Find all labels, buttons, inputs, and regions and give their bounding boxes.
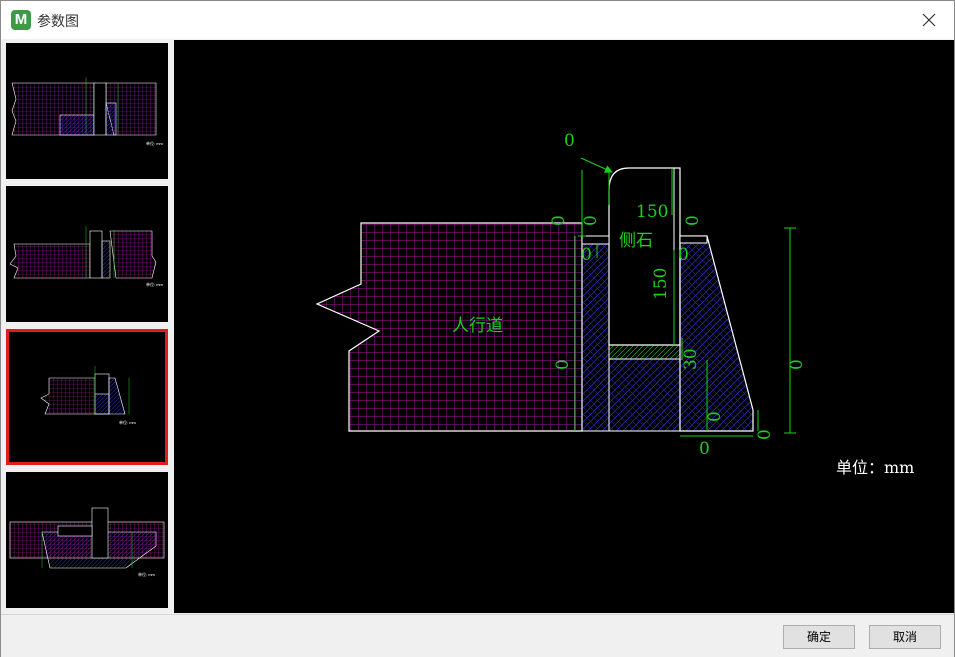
button-bar: 确定 取消 — [1, 614, 954, 657]
dialog-window: M 参数图 单位: mm 单位: mm 单位: mm 单位: mm 0 0 0 … — [0, 0, 955, 657]
dim-curb-top-offset: 0 — [581, 215, 601, 226]
thumbnail-unit-text: 单位: mm — [119, 419, 137, 425]
title-bar: M 参数图 — [1, 1, 954, 39]
curb-label: 侧石 — [619, 231, 653, 251]
drawing-canvas: 0 0 0 150 0 0 侧石 150 0 人行道 0 30 0 0 0 0 … — [174, 40, 954, 613]
dim-left-mid: 0 — [553, 359, 573, 370]
bedding-layer — [608, 344, 681, 360]
thumbnail-drawing: 单位: mm — [40, 366, 137, 425]
thumbnail-unit-text: 单位: mm — [138, 571, 156, 577]
ok-button[interactable]: 确定 — [783, 625, 855, 649]
window-title: 参数图 — [37, 14, 79, 30]
thumbnail-drawing: 单位: mm — [9, 507, 165, 577]
cancel-button[interactable]: 取消 — [869, 625, 941, 649]
thumbnail-drawing: 单位: mm — [9, 226, 164, 287]
close-icon — [922, 13, 936, 27]
thumbnail-item-1[interactable]: 单位: mm — [6, 43, 168, 179]
dim-base-height: 0 — [705, 411, 725, 422]
dim-curb-height: 150 — [651, 268, 671, 300]
app-logo-icon: M — [11, 10, 31, 30]
dim-bottom-width: 0 — [699, 439, 710, 459]
dim-top-arrow: 0 — [564, 131, 575, 151]
dim-right-bottom: 0 — [755, 429, 775, 440]
sidewalk-block — [315, 222, 583, 432]
dim-right-overall: 0 — [787, 359, 807, 370]
dim-curb-width: 150 — [636, 202, 668, 222]
dim-curb-right-gap: 0 — [678, 245, 689, 265]
curb-stone — [608, 167, 681, 346]
thumbnail-item-3[interactable]: 单位: mm — [6, 329, 168, 465]
dim-curb-right-upper: 0 — [683, 215, 703, 226]
close-button[interactable] — [912, 5, 946, 35]
thumbnail-unit-text: 单位: mm — [146, 281, 164, 287]
thumbnail-unit-text: 单位: mm — [146, 140, 164, 146]
dim-curb-left-gap: 0 — [581, 245, 592, 265]
left-backfill — [581, 235, 610, 432]
thumbnail-item-4[interactable]: 单位: mm — [6, 472, 168, 608]
thumbnail-panel: 单位: mm 单位: mm 单位: mm 单位: mm — [3, 40, 172, 612]
curb-foundation — [608, 358, 681, 432]
cross-section-drawing: 0 0 0 150 0 0 侧石 150 0 人行道 0 30 0 0 0 0 … — [315, 131, 914, 477]
thumbnail-item-2[interactable]: 单位: mm — [6, 186, 168, 322]
right-backing — [679, 235, 754, 432]
sidewalk-label: 人行道 — [452, 316, 503, 336]
dim-bed-thickness: 30 — [681, 348, 701, 370]
dim-left-upper: 0 — [549, 215, 569, 226]
thumbnail-drawing: 单位: mm — [11, 77, 164, 146]
unit-label: 单位：mm — [836, 458, 914, 477]
